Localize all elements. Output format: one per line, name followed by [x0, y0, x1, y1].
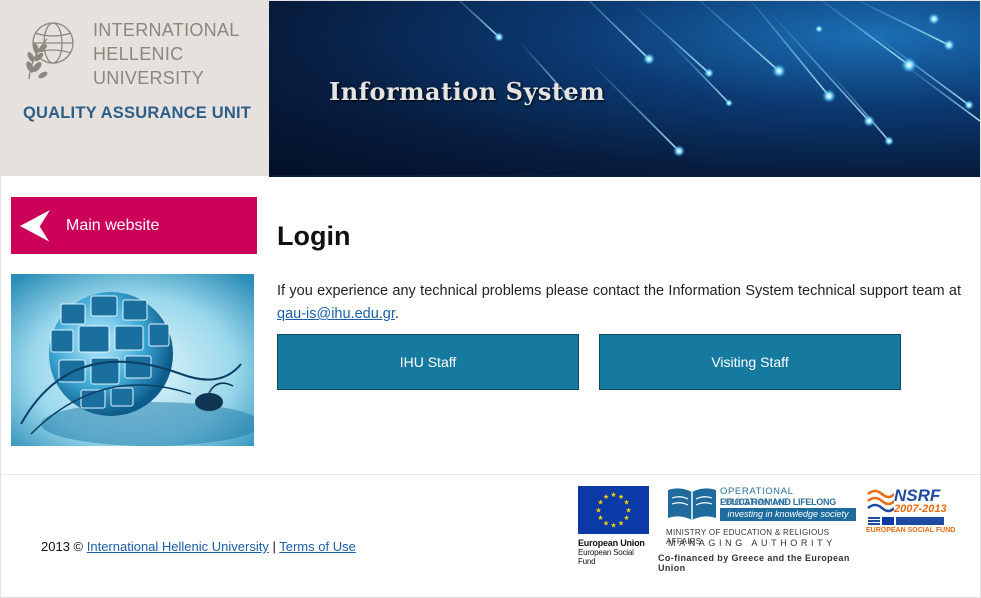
university-name-line: INTERNATIONAL — [93, 20, 240, 40]
main-website-label: Main website — [66, 217, 160, 234]
university-name: INTERNATIONAL HELLENIC UNIVERSITY — [93, 18, 240, 90]
eu-stars-icon: ★ ★ ★ ★ ★ ★ ★ ★ ★ ★ ★ ★ — [595, 491, 631, 530]
university-link[interactable]: International Hellenic University — [87, 539, 269, 554]
arrow-left-icon — [20, 210, 51, 243]
svg-text:★: ★ — [603, 493, 609, 501]
globe-illustration — [11, 274, 254, 446]
main-website-button[interactable]: Main website — [11, 197, 257, 254]
svg-text:★: ★ — [595, 507, 601, 515]
page-title: Login — [277, 221, 351, 251]
op-logo-line5: MANAGING AUTHORITY — [668, 538, 836, 548]
nsrf-logo: NSRF 2007-2013 EUROPEAN SOCIAL FUND — [866, 486, 955, 538]
eu-logo: ★ ★ ★ ★ ★ ★ ★ ★ ★ ★ ★ ★ European Union E… — [578, 486, 650, 566]
book-icon — [668, 488, 716, 520]
svg-text:★: ★ — [618, 520, 624, 528]
nsrf-years: 2007-2013 — [894, 503, 947, 515]
svg-text:★: ★ — [623, 514, 629, 522]
ihu-staff-button[interactable]: IHU Staff — [277, 334, 579, 390]
copyright-prefix: 2013 © — [41, 539, 84, 554]
banner-title: Information System — [329, 77, 606, 106]
eu-flag-icon: ★ ★ ★ ★ ★ ★ ★ ★ ★ ★ ★ ★ — [578, 486, 649, 534]
nsrf-waves-icon — [867, 489, 894, 513]
university-logo-panel[interactable]: INTERNATIONAL HELLENIC UNIVERSITY QUALIT… — [1, 1, 269, 176]
header-banner: Information System — [269, 1, 980, 176]
visiting-staff-button[interactable]: Visiting Staff — [599, 334, 901, 390]
support-info-message: If you experience any technical problems… — [277, 283, 961, 299]
op-logo-line6: Co-financed by Greece and the European U… — [658, 553, 850, 573]
svg-text:★: ★ — [610, 491, 616, 499]
nsrf-fund: EUROPEAN SOCIAL FUND — [866, 527, 956, 534]
svg-text:★: ★ — [610, 522, 616, 530]
eu-logo-line1: European Union — [578, 538, 645, 548]
operational-programme-logo: OPERATIONAL PROGRAMME EDUCATION AND LIFE… — [658, 486, 864, 573]
svg-text:★: ★ — [625, 507, 631, 515]
header-divider — [269, 175, 980, 177]
support-info-text: If you experience any technical problems… — [277, 280, 961, 326]
support-email-link[interactable]: qau-is@ihu.edu.gr — [277, 306, 395, 322]
svg-text:★: ★ — [603, 520, 609, 528]
eu-logo-line2: European Social Fund — [578, 548, 634, 566]
university-name-line: UNIVERSITY — [93, 68, 205, 88]
op-logo-line3: investing in knowledge society — [720, 508, 856, 521]
flags-icon — [868, 517, 944, 525]
terms-of-use-link[interactable]: Terms of Use — [279, 539, 356, 554]
support-info-suffix: . — [394, 306, 399, 322]
unit-name: QUALITY ASSURANCE UNIT — [23, 104, 252, 122]
footer-separator: | — [272, 539, 276, 554]
footer-divider — [1, 474, 980, 475]
svg-text:★: ★ — [623, 499, 629, 507]
copyright-notice: 2013 © International Hellenic University… — [41, 539, 356, 554]
svg-text:★: ★ — [597, 514, 603, 522]
university-name-line: HELLENIC — [93, 44, 184, 64]
olive-branch-globe-icon — [26, 22, 74, 80]
digital-globe-image — [11, 274, 254, 446]
